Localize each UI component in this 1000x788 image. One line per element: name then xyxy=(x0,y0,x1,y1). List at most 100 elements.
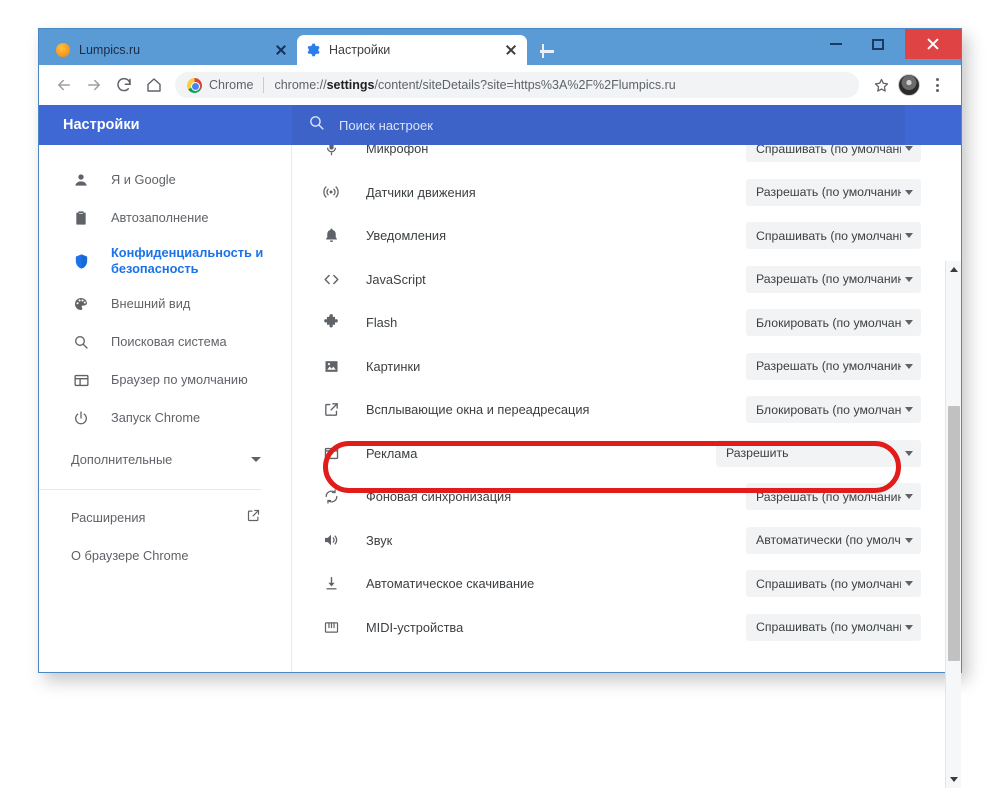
url-text: chrome://settings/content/siteDetails?si… xyxy=(274,78,676,92)
scroll-down-button[interactable] xyxy=(946,771,962,788)
scrollbar-thumb[interactable] xyxy=(948,406,960,661)
permission-select[interactable]: Спрашивать (по умолчанию) xyxy=(746,570,921,598)
sidebar-item-label: Поисковая система xyxy=(111,334,227,349)
permission-value: Спрашивать (по умолчанию) xyxy=(756,228,901,243)
sidebar-item-default-browser[interactable]: Браузер по умолчанию xyxy=(39,361,291,399)
chevron-down-icon xyxy=(905,581,913,587)
sidebar-item-you-and-google[interactable]: Я и Google xyxy=(39,161,291,199)
chevron-down-icon xyxy=(905,450,913,456)
table-row[interactable]: Всплывающие окна и переадресация Блокиро… xyxy=(292,388,961,432)
sidebar-item-label: Автозаполнение xyxy=(111,210,209,225)
permission-label: JavaScript xyxy=(366,271,426,287)
permission-select[interactable]: Блокировать (по умолчанию) xyxy=(746,309,921,337)
tab-settings[interactable]: Настройки xyxy=(297,35,527,65)
table-row[interactable]: Датчики движения Разрешать (по умолчанию… xyxy=(292,171,961,215)
tab-strip: Lumpics.ru Настройки xyxy=(39,29,961,65)
reload-button[interactable] xyxy=(109,70,139,100)
search-placeholder: Поиск настроек xyxy=(339,117,433,133)
table-row[interactable]: MIDI-устройства Спрашивать (по умолчанию… xyxy=(292,606,961,650)
search-settings-bar[interactable]: Поиск настроек xyxy=(292,105,905,145)
avatar[interactable] xyxy=(895,71,923,99)
forward-button[interactable] xyxy=(79,70,109,100)
permission-label: Всплывающие окна и переадресация xyxy=(366,402,590,418)
sidebar-item-label: Запуск Chrome xyxy=(111,410,201,425)
table-row[interactable]: Картинки Разрешать (по умолчанию) xyxy=(292,345,961,389)
permission-value: Разрешить xyxy=(726,446,789,461)
sidebar-divider xyxy=(39,489,261,490)
sidebar-item-autofill[interactable]: Автозаполнение xyxy=(39,199,291,237)
permission-value: Спрашивать (по умолчанию) xyxy=(756,576,901,591)
sidebar-item-label: Расширения xyxy=(71,509,146,525)
close-icon[interactable] xyxy=(503,42,519,58)
address-bar[interactable]: Chrome chrome://settings/content/siteDet… xyxy=(175,72,859,98)
sidebar-item-label: Я и Google xyxy=(111,172,176,187)
permission-select[interactable]: Разрешать (по умолчанию) xyxy=(746,265,921,293)
permission-value: Разрешать (по умолчанию) xyxy=(756,272,901,287)
sidebar-item-search-engine[interactable]: Поисковая система xyxy=(39,323,291,361)
table-row[interactable]: Звук Автоматически (по умолчанию) xyxy=(292,519,961,563)
minimize-button[interactable] xyxy=(815,29,857,59)
permission-select[interactable]: Блокировать (по умолчанию) xyxy=(746,396,921,424)
permission-label: Уведомления xyxy=(366,228,447,244)
table-row[interactable]: Уведомления Спрашивать (по умолчанию) xyxy=(292,214,961,258)
permission-label: Автоматическое скачивание xyxy=(366,576,535,592)
settings-sidebar: Я и Google Автозаполнение Конфиденциальн… xyxy=(39,145,292,672)
close-icon[interactable] xyxy=(273,42,289,58)
permission-label: Микрофон xyxy=(366,145,429,157)
permission-select[interactable]: Разрешать (по умолчанию) xyxy=(746,178,921,206)
download-icon xyxy=(320,575,342,592)
table-row[interactable]: JavaScript Разрешать (по умолчанию) xyxy=(292,258,961,302)
palette-icon xyxy=(71,296,91,312)
permission-label: Реклама xyxy=(366,445,418,461)
permission-value: Разрешать (по умолчанию) xyxy=(756,359,901,374)
sidebar-item-about-chrome[interactable]: О браузере Chrome xyxy=(39,536,291,574)
scroll-up-button[interactable] xyxy=(946,261,962,278)
browser-toolbar: Chrome chrome://settings/content/siteDet… xyxy=(39,65,961,105)
search-input[interactable]: Поиск настроек xyxy=(308,114,905,136)
site-permissions-list: Микрофон Спрашивать (по умолчанию) Датчи… xyxy=(292,145,961,672)
permission-value: Спрашивать (по умолчанию) xyxy=(756,620,901,635)
table-row[interactable]: Микрофон Спрашивать (по умолчанию) xyxy=(292,145,961,171)
sidebar-item-extensions[interactable]: Расширения xyxy=(39,498,291,536)
person-icon xyxy=(71,172,91,188)
table-row[interactable]: Flash Блокировать (по умолчанию) xyxy=(292,301,961,345)
permission-select[interactable]: Автоматически (по умолчанию) xyxy=(746,526,921,554)
home-button[interactable] xyxy=(139,70,169,100)
table-row-ads[interactable]: Реклама Разрешить xyxy=(292,432,961,476)
vertical-scrollbar[interactable] xyxy=(945,261,961,788)
sidebar-item-appearance[interactable]: Внешний вид xyxy=(39,285,291,323)
chrome-brand-icon: Chrome xyxy=(187,77,253,93)
back-button[interactable] xyxy=(49,70,79,100)
permission-select[interactable]: Разрешать (по умолчанию) xyxy=(746,352,921,380)
maximize-button[interactable] xyxy=(857,29,899,59)
sidebar-item-privacy-security[interactable]: Конфиденциальность и безопасность xyxy=(39,237,291,285)
browser-menu-icon[interactable] xyxy=(923,71,951,99)
tab-title: Настройки xyxy=(329,43,391,57)
settings-header: Настройки Поиск настроек xyxy=(39,105,961,145)
chevron-down-icon xyxy=(905,494,913,500)
close-window-button[interactable] xyxy=(905,29,961,59)
chevron-down-icon xyxy=(905,233,913,239)
permission-label: Датчики движения xyxy=(366,184,476,200)
table-row[interactable]: Фоновая синхронизация Разрешать (по умол… xyxy=(292,475,961,519)
sidebar-item-advanced[interactable]: Дополнительные xyxy=(39,437,291,481)
gear-icon xyxy=(305,43,320,58)
tab-lumpics[interactable]: Lumpics.ru xyxy=(47,35,297,65)
permission-select[interactable]: Спрашивать (по умолчанию) xyxy=(746,222,921,250)
sidebar-item-startup[interactable]: Запуск Chrome xyxy=(39,399,291,437)
clipboard-icon xyxy=(71,210,91,226)
table-row[interactable]: Автоматическое скачивание Спрашивать (по… xyxy=(292,562,961,606)
permission-select[interactable]: Спрашивать (по умолчанию) xyxy=(746,145,921,163)
sync-icon xyxy=(320,488,342,505)
permission-select[interactable]: Спрашивать (по умолчанию) xyxy=(746,613,921,641)
sidebar-item-label: Внешний вид xyxy=(111,296,191,311)
new-tab-button[interactable] xyxy=(536,40,558,62)
permission-select-ads[interactable]: Разрешить xyxy=(716,439,921,467)
bookmark-star-icon[interactable] xyxy=(867,71,895,99)
permission-select[interactable]: Разрешать (по умолчанию) xyxy=(746,483,921,511)
chevron-down-icon xyxy=(905,276,913,282)
permission-label: MIDI-устройства xyxy=(366,619,464,635)
sidebar-item-label: Дополнительные xyxy=(71,451,173,467)
permission-value: Автоматически (по умолчанию) xyxy=(756,533,901,548)
chevron-down-icon xyxy=(905,320,913,326)
